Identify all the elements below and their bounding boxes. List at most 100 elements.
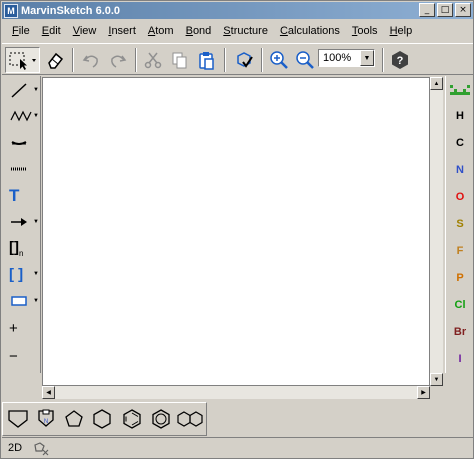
menu-insert[interactable]: Insert: [102, 25, 142, 37]
erase-button[interactable]: [42, 47, 68, 73]
svg-text:?: ?: [397, 55, 404, 67]
menu-atom[interactable]: Atom: [142, 25, 180, 37]
maximize-button[interactable]: □: [437, 3, 453, 17]
toolbar-separator: [382, 48, 384, 72]
menu-calculations[interactable]: Calculations: [274, 25, 346, 37]
element-toolbar: H C N O S F P Cl Br I: [445, 76, 473, 373]
hexagon-icon: [93, 409, 111, 429]
menu-view[interactable]: View: [67, 25, 103, 37]
drawing-canvas[interactable]: [42, 77, 430, 386]
template-shield-n-icon: N: [38, 409, 54, 427]
scissors-icon: [144, 52, 162, 69]
vertical-scrollbar[interactable]: ▲ ▼: [430, 77, 443, 386]
title-bar[interactable]: M MarvinSketch 6.0.0 _ □ ×: [2, 2, 473, 19]
element-f[interactable]: F: [446, 239, 474, 263]
rectangle-tool[interactable]: ▼: [4, 289, 40, 313]
menu-structure[interactable]: Structure: [217, 25, 274, 37]
template-toolbar: N: [2, 402, 207, 436]
scroll-left-icon[interactable]: ◀: [42, 386, 55, 399]
redo-button[interactable]: [105, 47, 131, 73]
template-generic-button[interactable]: [5, 406, 31, 432]
toolbar-separator: [72, 48, 74, 72]
selection-tool-button[interactable]: [5, 47, 40, 73]
template-cyclohexane-button[interactable]: [89, 406, 115, 432]
bracket-n-icon: []n: [9, 238, 24, 258]
menu-edit[interactable]: Edit: [36, 25, 67, 37]
undo-icon: [82, 55, 98, 68]
marvinsketch-window: M MarvinSketch 6.0.0 _ □ × File Edit Vie…: [0, 0, 474, 459]
dropdown-arrow-icon[interactable]: ▼: [33, 219, 39, 225]
dropdown-arrow-icon[interactable]: ▼: [33, 87, 39, 93]
template-benzene-button[interactable]: [119, 406, 145, 432]
element-n[interactable]: N: [446, 158, 474, 182]
dropdown-arrow-icon[interactable]: ▼: [33, 298, 39, 304]
toolbar-separator: [261, 48, 263, 72]
zoom-in-button[interactable]: [266, 47, 292, 73]
menu-help[interactable]: Help: [384, 25, 419, 37]
dropdown-arrow-icon[interactable]: ▼: [33, 113, 39, 119]
reaction-arrow-tool[interactable]: ▼: [4, 210, 40, 234]
decrease-charge-tool[interactable]: −: [4, 344, 40, 368]
element-br[interactable]: Br: [446, 320, 474, 344]
zoom-out-button[interactable]: [292, 47, 318, 73]
menu-bond[interactable]: Bond: [180, 25, 218, 37]
pentagon-icon: [65, 410, 83, 427]
dashed-line-tool[interactable]: [4, 156, 40, 180]
menu-tools[interactable]: Tools: [346, 25, 384, 37]
scroll-right-icon[interactable]: ▶: [417, 386, 430, 399]
element-c[interactable]: C: [446, 131, 474, 155]
zoom-select[interactable]: 100% ▼: [318, 49, 375, 67]
scroll-up-icon[interactable]: ▲: [430, 77, 443, 90]
rectangle-icon: [11, 296, 27, 306]
structure-check-icon[interactable]: [32, 440, 52, 456]
scroll-down-icon[interactable]: ▼: [430, 373, 443, 386]
dropdown-arrow-icon[interactable]: ▼: [33, 271, 39, 277]
element-h[interactable]: H: [446, 104, 474, 128]
aromatic-ring-icon: [152, 409, 170, 429]
single-bond-icon: [11, 83, 27, 98]
curved-line-icon: [11, 141, 27, 145]
element-i[interactable]: I: [446, 347, 474, 371]
chain-tool[interactable]: ▼: [4, 104, 40, 128]
help-button[interactable]: ?: [387, 47, 413, 73]
single-bond-tool[interactable]: ▼: [4, 78, 40, 102]
element-s[interactable]: S: [446, 212, 474, 236]
dimension-mode[interactable]: 2D: [8, 442, 22, 454]
periodic-table-icon: [450, 85, 470, 95]
minus-icon: −: [9, 347, 18, 365]
close-button[interactable]: ×: [455, 3, 471, 17]
template-aromatic-button[interactable]: [148, 406, 174, 432]
text-tool[interactable]: T: [4, 184, 40, 208]
arrow-right-icon: [11, 218, 27, 226]
menu-file[interactable]: File: [6, 25, 36, 37]
template-cyclopentane-button[interactable]: [61, 406, 87, 432]
left-toolbar: ▼ ▼ T ▼ []n [ ] ▼ ▼ + −: [2, 76, 41, 373]
bracket-icon: [ ]: [9, 265, 24, 283]
element-cl[interactable]: Cl: [446, 293, 474, 317]
zoom-dropdown-arrow[interactable]: ▼: [360, 50, 374, 66]
molecule-check-icon: [34, 442, 49, 456]
graphical-arrow-tool[interactable]: [4, 130, 40, 154]
template-naphthalene-button[interactable]: [177, 406, 203, 432]
minimize-button[interactable]: _: [419, 3, 435, 17]
copy-button[interactable]: [166, 47, 192, 73]
sgroup-bracket-tool[interactable]: []n: [4, 236, 40, 260]
undo-button[interactable]: [78, 47, 104, 73]
svg-text:N: N: [44, 419, 48, 425]
element-p[interactable]: P: [446, 266, 474, 290]
clean-structure-button[interactable]: [231, 47, 257, 73]
bracket-tool[interactable]: [ ] ▼: [4, 262, 40, 286]
cut-button[interactable]: [140, 47, 166, 73]
copy-icon: [172, 52, 187, 69]
template-nucleoside-button[interactable]: N: [33, 406, 59, 432]
element-o[interactable]: O: [446, 185, 474, 209]
horizontal-scrollbar[interactable]: ◀ ▶: [42, 386, 430, 399]
status-bar: 2D: [2, 437, 473, 458]
template-shield-icon: [8, 410, 28, 428]
paste-button[interactable]: [193, 47, 219, 73]
zoom-value: 100%: [323, 52, 352, 64]
periodic-table-button[interactable]: [446, 78, 474, 102]
benzene-icon: [123, 409, 141, 429]
increase-charge-tool[interactable]: +: [4, 316, 40, 340]
app-icon: M: [4, 3, 18, 18]
